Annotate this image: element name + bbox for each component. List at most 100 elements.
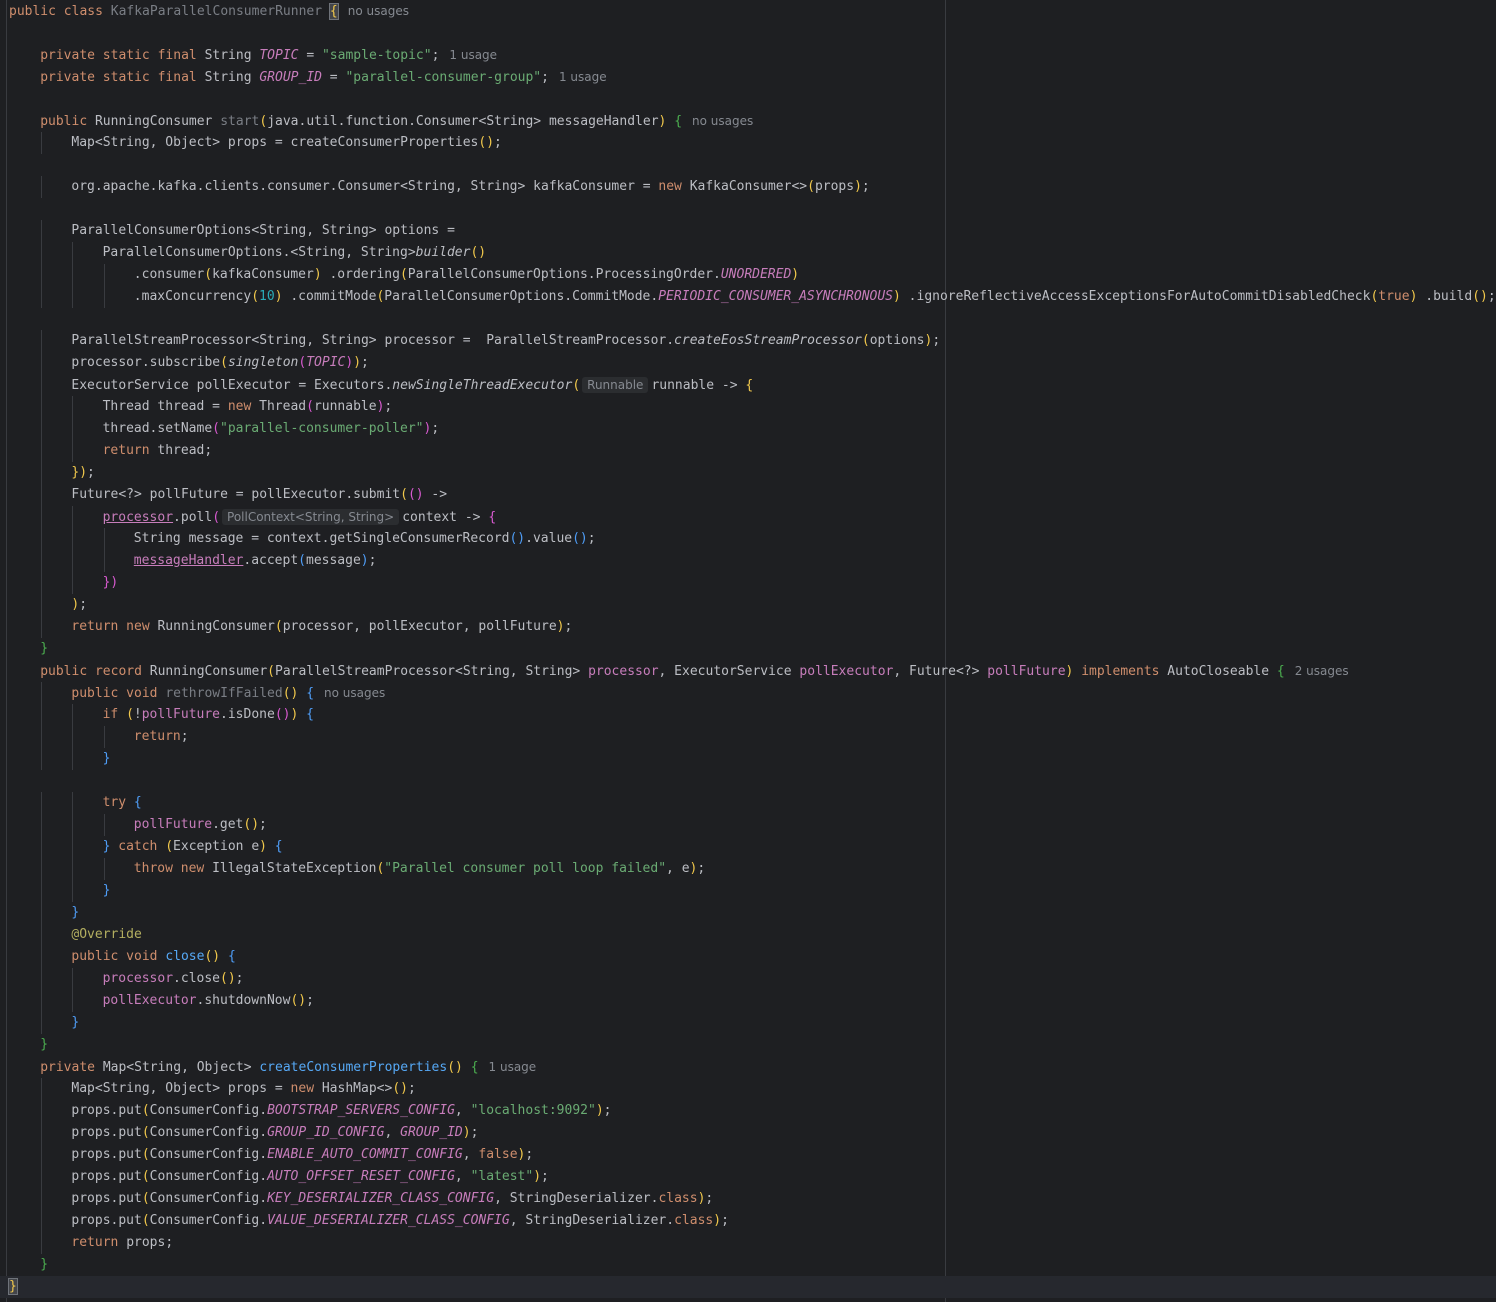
code-text[interactable]: } [40, 1254, 48, 1276]
code-line[interactable]: private static final String TOPIC = "sam… [0, 44, 1496, 66]
code-text[interactable]: pollExecutor.shutdownNow(); [103, 990, 314, 1012]
code-line[interactable]: try { [0, 792, 1496, 814]
code-text[interactable]: props.put(ConsumerConfig.KEY_DESERIALIZE… [71, 1188, 713, 1210]
code-line[interactable]: .maxConcurrency(10) .commitMode(Parallel… [0, 286, 1496, 308]
code-line[interactable]: messageHandler.accept(message); [0, 550, 1496, 572]
code-line[interactable] [0, 154, 1496, 176]
code-text[interactable]: try { [103, 792, 142, 814]
code-line[interactable] [0, 308, 1496, 330]
code-line[interactable]: @Override [0, 924, 1496, 946]
code-line[interactable] [0, 22, 1496, 44]
code-line[interactable]: public void rethrowIfFailed() {no usages [0, 682, 1496, 704]
code-text[interactable]: Map<String, Object> props = new HashMap<… [71, 1078, 415, 1100]
code-text[interactable]: org.apache.kafka.clients.consumer.Consum… [71, 176, 869, 198]
code-text[interactable]: .consumer(kafkaConsumer) .ordering(Paral… [134, 264, 799, 286]
usage-hint[interactable]: no usages [692, 114, 753, 128]
code-text[interactable]: ParallelConsumerOptions.<String, String>… [103, 242, 487, 264]
code-text[interactable]: ); [71, 594, 87, 616]
code-text[interactable]: } [103, 880, 111, 902]
usage-hint[interactable]: 2 usages [1295, 664, 1349, 678]
code-text[interactable]: ExecutorService pollExecutor = Executors… [71, 374, 753, 397]
code-line[interactable]: return; [0, 726, 1496, 748]
usage-hint[interactable]: no usages [324, 686, 385, 700]
code-editor[interactable]: public class KafkaParallelConsumerRunner… [0, 0, 1496, 1302]
code-line[interactable]: } [0, 638, 1496, 660]
code-text[interactable]: props.put(ConsumerConfig.AUTO_OFFSET_RES… [71, 1166, 548, 1188]
code-line[interactable]: }) [0, 572, 1496, 594]
code-text[interactable]: } [71, 1012, 79, 1034]
code-line[interactable]: ExecutorService pollExecutor = Executors… [0, 374, 1496, 396]
code-line[interactable]: ParallelStreamProcessor<String, String> … [0, 330, 1496, 352]
code-line[interactable]: public RunningConsumer start(java.util.f… [0, 110, 1496, 132]
code-line[interactable]: pollExecutor.shutdownNow(); [0, 990, 1496, 1012]
code-line[interactable]: props.put(ConsumerConfig.GROUP_ID_CONFIG… [0, 1122, 1496, 1144]
usage-hint[interactable]: 1 usage [489, 1060, 537, 1074]
code-text[interactable]: props.put(ConsumerConfig.BOOTSTRAP_SERVE… [71, 1100, 611, 1122]
code-line[interactable]: private static final String GROUP_ID = "… [0, 66, 1496, 88]
code-text[interactable]: thread.setName("parallel-consumer-poller… [103, 418, 440, 440]
code-line[interactable]: Map<String, Object> props = new HashMap<… [0, 1078, 1496, 1100]
code-line[interactable]: } [0, 748, 1496, 770]
code-line[interactable]: private Map<String, Object> createConsum… [0, 1056, 1496, 1078]
code-text[interactable]: if (!pollFuture.isDone()) { [103, 704, 314, 726]
code-text[interactable]: } [40, 638, 48, 660]
code-text[interactable]: Future<?> pollFuture = pollExecutor.subm… [71, 484, 447, 506]
code-line[interactable]: processor.poll(PollContext<String, Strin… [0, 506, 1496, 528]
code-text[interactable]: }) [103, 572, 119, 594]
code-line[interactable]: } [0, 1012, 1496, 1034]
code-line[interactable]: org.apache.kafka.clients.consumer.Consum… [0, 176, 1496, 198]
code-line[interactable]: Map<String, Object> props = createConsum… [0, 132, 1496, 154]
code-text[interactable]: public RunningConsumer start(java.util.f… [40, 110, 753, 133]
code-line[interactable]: public void close() { [0, 946, 1496, 968]
code-line[interactable]: Thread thread = new Thread(runnable); [0, 396, 1496, 418]
code-line[interactable]: return new RunningConsumer(processor, po… [0, 616, 1496, 638]
code-text[interactable]: processor.close(); [103, 968, 244, 990]
code-line[interactable]: thread.setName("parallel-consumer-poller… [0, 418, 1496, 440]
code-text[interactable]: props.put(ConsumerConfig.GROUP_ID_CONFIG… [71, 1122, 478, 1144]
code-line[interactable]: props.put(ConsumerConfig.BOOTSTRAP_SERVE… [0, 1100, 1496, 1122]
code-line[interactable] [0, 198, 1496, 220]
code-text[interactable]: ParallelConsumerOptions<String, String> … [71, 220, 455, 242]
code-text[interactable]: } [71, 902, 79, 924]
code-text[interactable]: return props; [71, 1232, 173, 1254]
usage-hint[interactable]: no usages [348, 4, 409, 18]
code-text[interactable]: private static final String GROUP_ID = "… [40, 66, 606, 89]
code-text[interactable]: props.put(ConsumerConfig.VALUE_DESERIALI… [71, 1210, 729, 1232]
code-line[interactable]: public record RunningConsumer(ParallelSt… [0, 660, 1496, 682]
code-text[interactable]: } [8, 1276, 18, 1298]
code-line[interactable]: String message = context.getSingleConsum… [0, 528, 1496, 550]
code-line[interactable]: } [0, 1254, 1496, 1276]
code-text[interactable]: @Override [71, 924, 141, 946]
code-text[interactable]: } [40, 1034, 48, 1056]
code-text[interactable]: Thread thread = new Thread(runnable); [103, 396, 393, 418]
code-text[interactable]: } catch (Exception e) { [103, 836, 283, 858]
code-line[interactable]: ParallelConsumerOptions.<String, String>… [0, 242, 1496, 264]
code-line[interactable]: throw new IllegalStateException("Paralle… [0, 858, 1496, 880]
code-text[interactable]: Map<String, Object> props = createConsum… [71, 132, 501, 154]
code-text[interactable]: pollFuture.get(); [134, 814, 267, 836]
code-line[interactable]: processor.subscribe(singleton(TOPIC)); [0, 352, 1496, 374]
code-text[interactable]: return; [134, 726, 189, 748]
code-line[interactable]: } [0, 880, 1496, 902]
code-text[interactable]: return thread; [103, 440, 213, 462]
code-line[interactable]: ParallelConsumerOptions<String, String> … [0, 220, 1496, 242]
code-text[interactable]: }); [71, 462, 94, 484]
code-line[interactable]: } [0, 1034, 1496, 1056]
code-line[interactable]: pollFuture.get(); [0, 814, 1496, 836]
code-line[interactable]: props.put(ConsumerConfig.VALUE_DESERIALI… [0, 1210, 1496, 1232]
code-text[interactable]: public void rethrowIfFailed() {no usages [71, 682, 385, 705]
code-text[interactable]: processor.subscribe(singleton(TOPIC)); [71, 352, 368, 374]
code-text[interactable]: .maxConcurrency(10) .commitMode(Parallel… [134, 286, 1496, 308]
code-line[interactable]: return thread; [0, 440, 1496, 462]
code-line[interactable]: .consumer(kafkaConsumer) .ordering(Paral… [0, 264, 1496, 286]
code-text[interactable]: messageHandler.accept(message); [134, 550, 377, 572]
code-line[interactable]: public class KafkaParallelConsumerRunner… [0, 0, 1496, 22]
usage-hint[interactable]: 1 usage [559, 70, 607, 84]
code-text[interactable]: String message = context.getSingleConsum… [134, 528, 596, 550]
code-text[interactable]: private static final String TOPIC = "sam… [40, 44, 497, 67]
code-line[interactable]: } catch (Exception e) { [0, 836, 1496, 858]
code-text[interactable]: processor.poll(PollContext<String, Strin… [103, 506, 496, 529]
code-line[interactable]: processor.close(); [0, 968, 1496, 990]
code-text[interactable]: props.put(ConsumerConfig.ENABLE_AUTO_COM… [71, 1144, 533, 1166]
code-line[interactable]: return props; [0, 1232, 1496, 1254]
